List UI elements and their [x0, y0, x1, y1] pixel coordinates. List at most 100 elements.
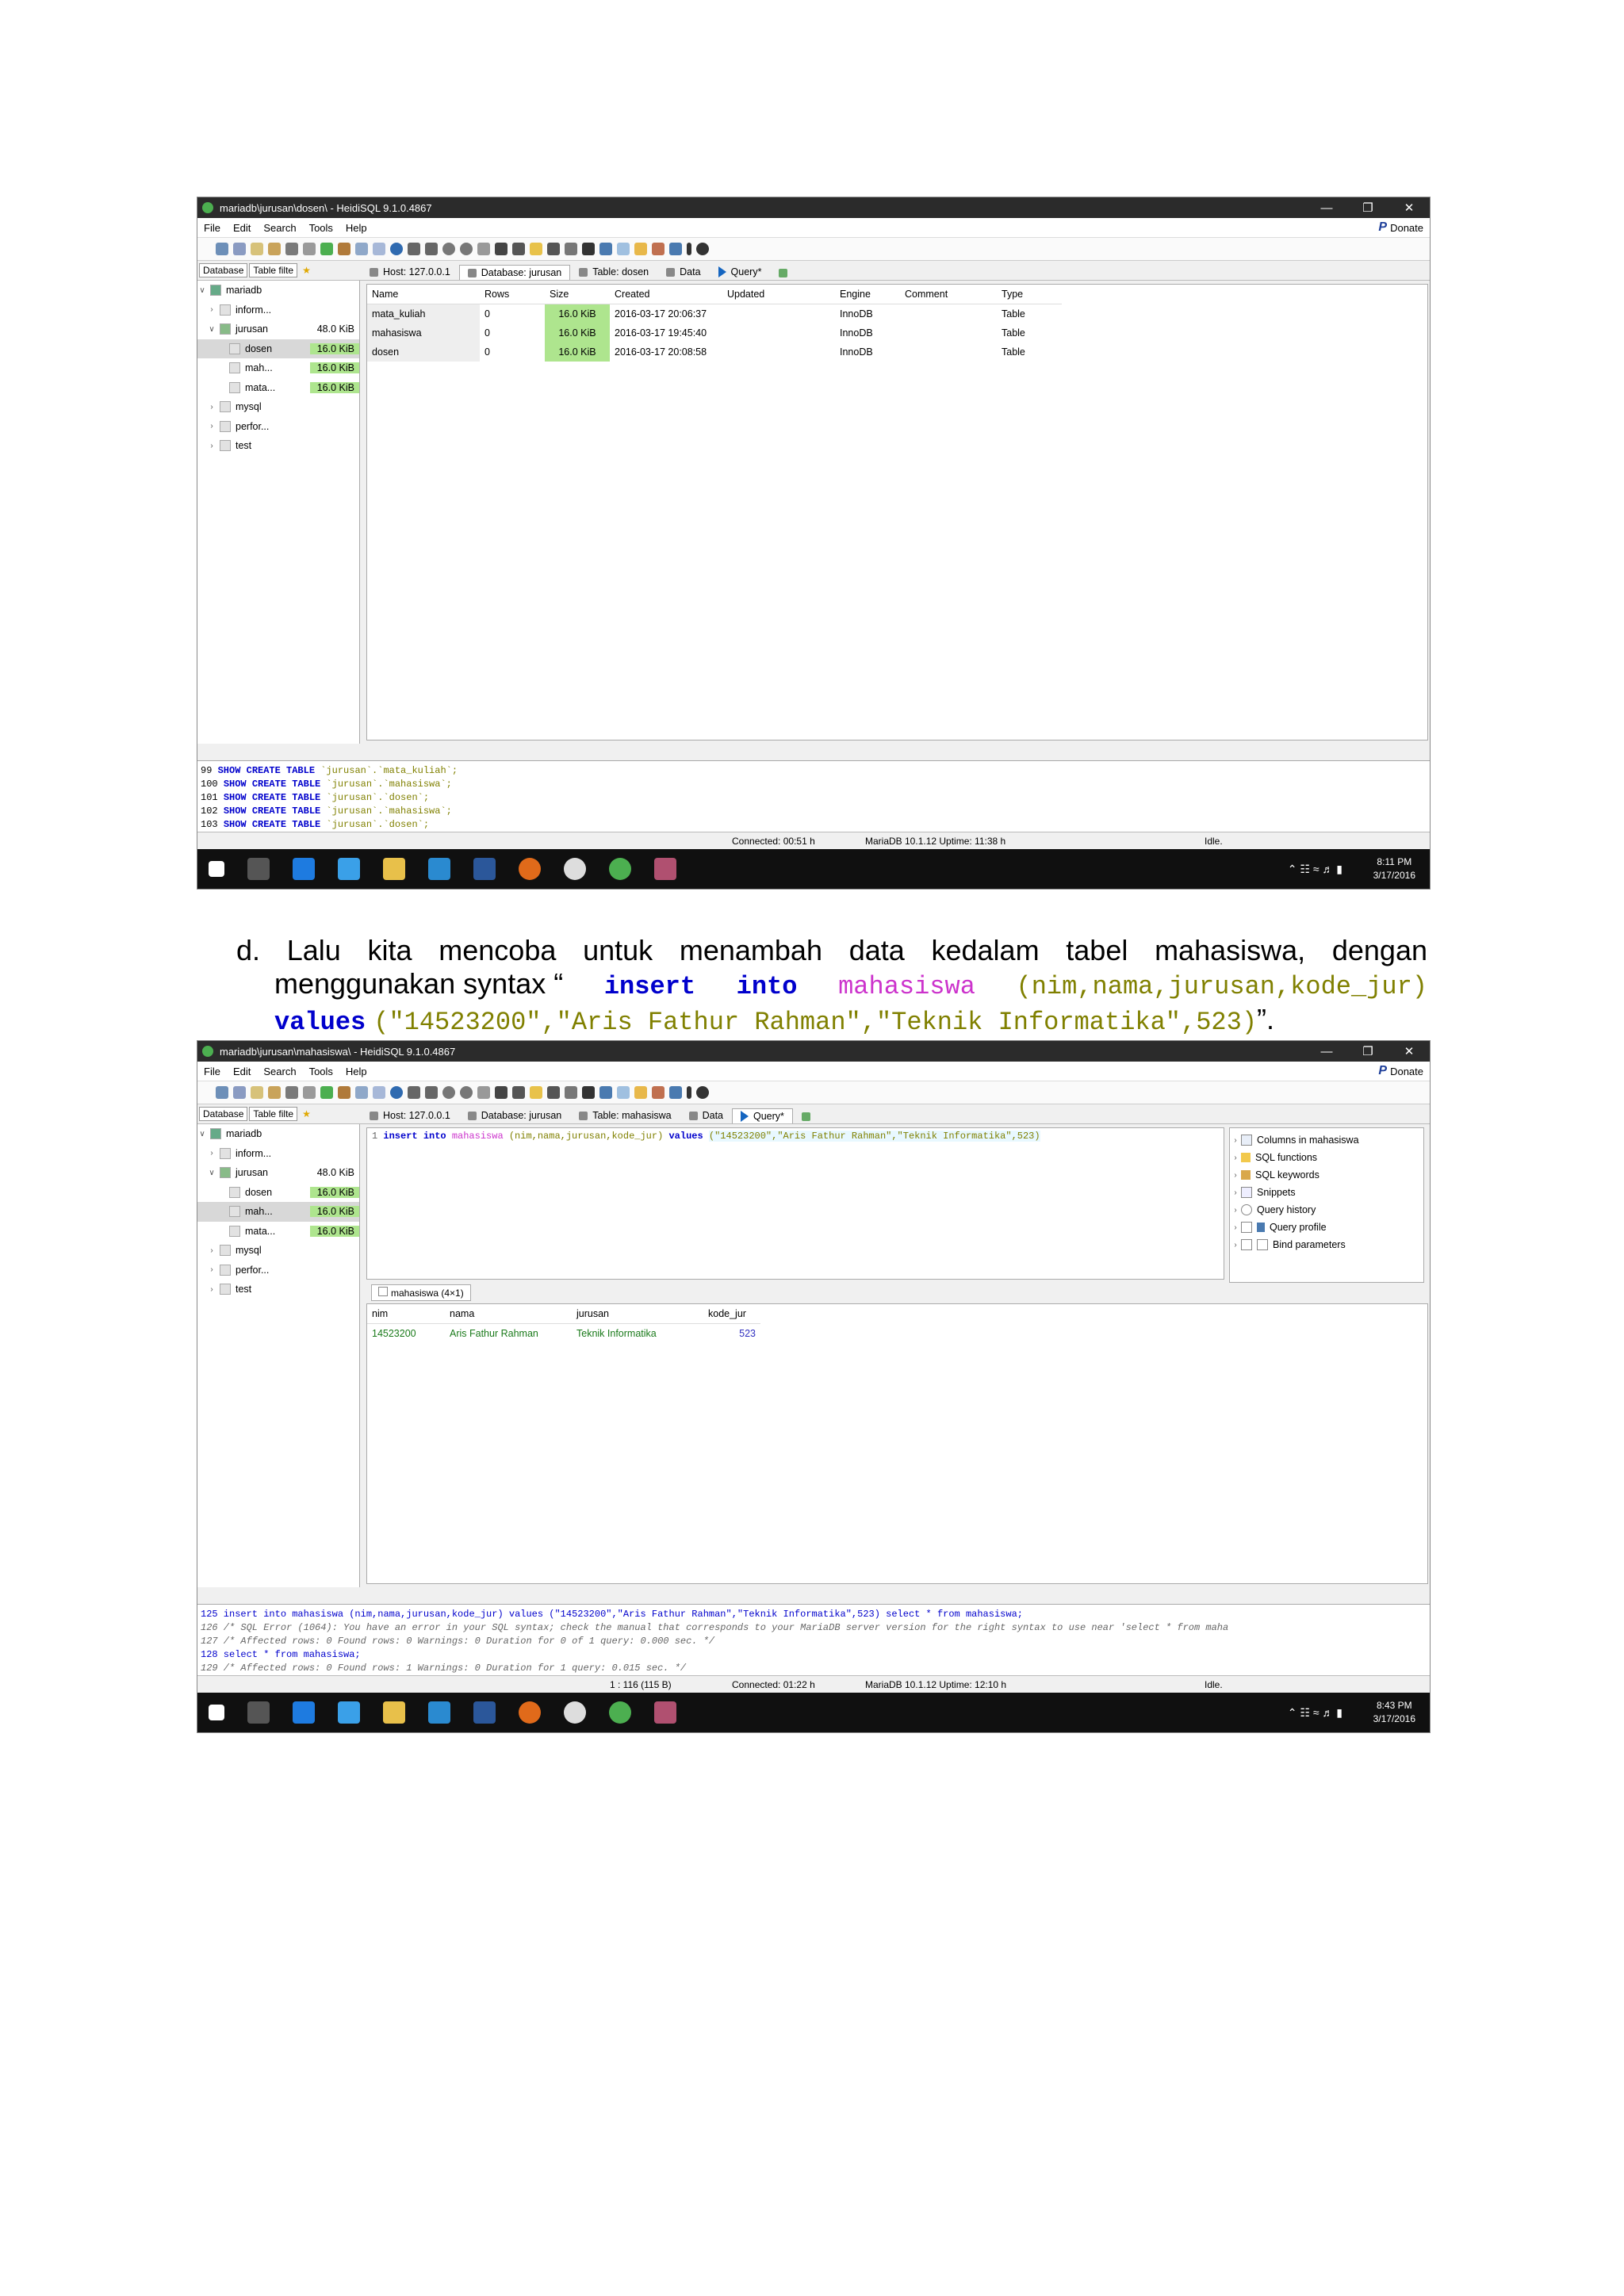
- helper-query-history[interactable]: › Query history: [1230, 1201, 1423, 1219]
- menu-help[interactable]: Help: [339, 222, 373, 234]
- link-icon[interactable]: [669, 243, 682, 255]
- save-as-icon[interactable]: [565, 1086, 577, 1099]
- tab-database[interactable]: Database: jurusan: [459, 1108, 570, 1123]
- edge-icon[interactable]: [293, 1701, 315, 1724]
- connect-icon[interactable]: [216, 1086, 228, 1099]
- tab-database[interactable]: Database: jurusan: [458, 265, 571, 280]
- word-icon[interactable]: [473, 858, 496, 880]
- file-explorer-icon[interactable]: [383, 1701, 405, 1724]
- tab-table[interactable]: Table: mahasiswa: [570, 1108, 680, 1123]
- tray-icons[interactable]: ⌃ ☷ ≈ ♬ ▮: [1288, 863, 1342, 876]
- minimize-icon[interactable]: —: [1306, 201, 1347, 215]
- menu-search[interactable]: Search: [257, 1066, 302, 1077]
- cancel-icon[interactable]: [495, 243, 508, 255]
- tab-query[interactable]: Query*: [710, 264, 771, 280]
- user-manager-icon[interactable]: [338, 243, 350, 255]
- close-icon[interactable]: ✕: [1388, 1044, 1430, 1058]
- sql-log[interactable]: 125 insert into mahasiswa (nim,nama,juru…: [197, 1604, 1430, 1679]
- save-icon[interactable]: [547, 1086, 560, 1099]
- column-header[interactable]: Rows: [480, 285, 545, 304]
- heidisql-taskbar-icon[interactable]: [609, 1701, 631, 1724]
- tree-item[interactable]: › mysql: [197, 1241, 359, 1261]
- tree-item[interactable]: › test: [197, 1280, 359, 1299]
- menu-search[interactable]: Search: [257, 222, 302, 234]
- run-query-icon[interactable]: [512, 1086, 525, 1099]
- menu-file[interactable]: File: [197, 1066, 227, 1077]
- database-tab[interactable]: Database: [199, 1107, 248, 1121]
- chevron-right-icon[interactable]: ›: [1230, 1154, 1241, 1162]
- column-header[interactable]: Comment: [900, 285, 997, 304]
- column-header[interactable]: Type: [997, 285, 1062, 304]
- tree-item[interactable]: mata... 16.0 KiB: [197, 378, 359, 398]
- info-icon[interactable]: [687, 1086, 691, 1099]
- chevron-right-icon[interactable]: ›: [207, 1149, 216, 1158]
- new-query-tab[interactable]: [770, 266, 801, 280]
- save-as-icon[interactable]: [565, 243, 577, 255]
- chevron-right-icon[interactable]: ›: [207, 1265, 216, 1274]
- tree-item[interactable]: mah... 16.0 KiB: [197, 358, 359, 378]
- tree-item[interactable]: › perfor...: [197, 1261, 359, 1280]
- chevron-right-icon[interactable]: ›: [207, 1246, 216, 1255]
- helper-bind-parameters[interactable]: › Bind parameters: [1230, 1236, 1423, 1253]
- helper-columns[interactable]: › Columns in mahasiswa: [1230, 1131, 1423, 1149]
- app-taskbar-icon[interactable]: [654, 1701, 676, 1724]
- disconnect-icon[interactable]: [233, 1086, 246, 1099]
- first-record-icon[interactable]: [408, 243, 420, 255]
- post-icon[interactable]: [477, 1086, 490, 1099]
- info-icon[interactable]: [687, 243, 691, 255]
- menu-tools[interactable]: Tools: [303, 222, 339, 234]
- settings-gear-icon[interactable]: [564, 1701, 586, 1724]
- chevron-right-icon[interactable]: ›: [207, 442, 216, 450]
- helper-sql-keywords[interactable]: › SQL keywords: [1230, 1166, 1423, 1184]
- cancel-icon[interactable]: [495, 1086, 508, 1099]
- table-row[interactable]: dosen 0 16.0 KiB 2016-03-17 20:08:58 Inn…: [367, 342, 1062, 362]
- chevron-right-icon[interactable]: ›: [1230, 1223, 1241, 1232]
- donate-button[interactable]: P Donate: [1378, 1064, 1430, 1078]
- table-row[interactable]: 14523200 Aris Fathur Rahman Teknik Infor…: [367, 1324, 760, 1344]
- first-record-icon[interactable]: [408, 1086, 420, 1099]
- checkbox[interactable]: [1241, 1239, 1252, 1250]
- refresh-icon[interactable]: [320, 243, 333, 255]
- tray-icons[interactable]: ⌃ ☷ ≈ ♬ ▮: [1288, 1706, 1342, 1720]
- tab-table[interactable]: Table: dosen: [570, 264, 657, 280]
- sql-editor[interactable]: 1 insert into mahasiswa (nim,nama,jurusa…: [366, 1127, 1224, 1280]
- tree-item[interactable]: › inform...: [197, 300, 359, 320]
- tree-item[interactable]: ∨ jurusan 48.0 KiB: [197, 1163, 359, 1183]
- import-icon[interactable]: [373, 1086, 385, 1099]
- disconnect-icon[interactable]: [233, 243, 246, 255]
- windows-start-icon[interactable]: [209, 861, 224, 877]
- helper-query-profile[interactable]: › Query profile: [1230, 1219, 1423, 1236]
- delete-record-icon[interactable]: [460, 243, 473, 255]
- chevron-down-icon[interactable]: ∨: [207, 1169, 216, 1177]
- menu-file[interactable]: File: [197, 222, 227, 234]
- menu-help[interactable]: Help: [339, 1066, 373, 1077]
- replace-icon[interactable]: [599, 1086, 612, 1099]
- ccleaner-icon[interactable]: [428, 1701, 450, 1724]
- print-icon[interactable]: [303, 1086, 316, 1099]
- tree-item[interactable]: ∨ mariadb: [197, 281, 359, 300]
- task-view-icon[interactable]: [247, 1701, 270, 1724]
- save-icon[interactable]: [547, 243, 560, 255]
- restore-icon[interactable]: ❐: [1347, 1044, 1388, 1058]
- tree-item[interactable]: mata... 16.0 KiB: [197, 1222, 359, 1242]
- help-icon[interactable]: [390, 1086, 403, 1099]
- column-header[interactable]: Name: [367, 285, 480, 304]
- user-manager-icon[interactable]: [338, 1086, 350, 1099]
- table-list-grid[interactable]: Name Rows Size Created Updated Engine Co…: [366, 284, 1428, 740]
- firefox-icon[interactable]: [519, 858, 541, 880]
- find-icon[interactable]: [582, 1086, 595, 1099]
- chevron-right-icon[interactable]: ›: [207, 305, 216, 314]
- clock[interactable]: 8:43 PM 3/17/2016: [1373, 1699, 1415, 1726]
- find-icon[interactable]: [582, 243, 595, 255]
- chevron-right-icon[interactable]: ›: [1230, 1206, 1241, 1215]
- tab-query[interactable]: Query*: [732, 1108, 793, 1123]
- table-row[interactable]: mahasiswa 0 16.0 KiB 2016-03-17 19:45:40…: [367, 323, 1062, 342]
- tree-item[interactable]: › perfor...: [197, 417, 359, 437]
- database-tab[interactable]: Database: [199, 263, 248, 277]
- column-header[interactable]: Size: [545, 285, 610, 304]
- column-header[interactable]: Updated: [722, 285, 835, 304]
- table-row[interactable]: mata_kuliah 0 16.0 KiB 2016-03-17 20:06:…: [367, 304, 1062, 323]
- paste-icon[interactable]: [268, 243, 281, 255]
- refresh-icon[interactable]: [320, 1086, 333, 1099]
- task-view-icon[interactable]: [247, 858, 270, 880]
